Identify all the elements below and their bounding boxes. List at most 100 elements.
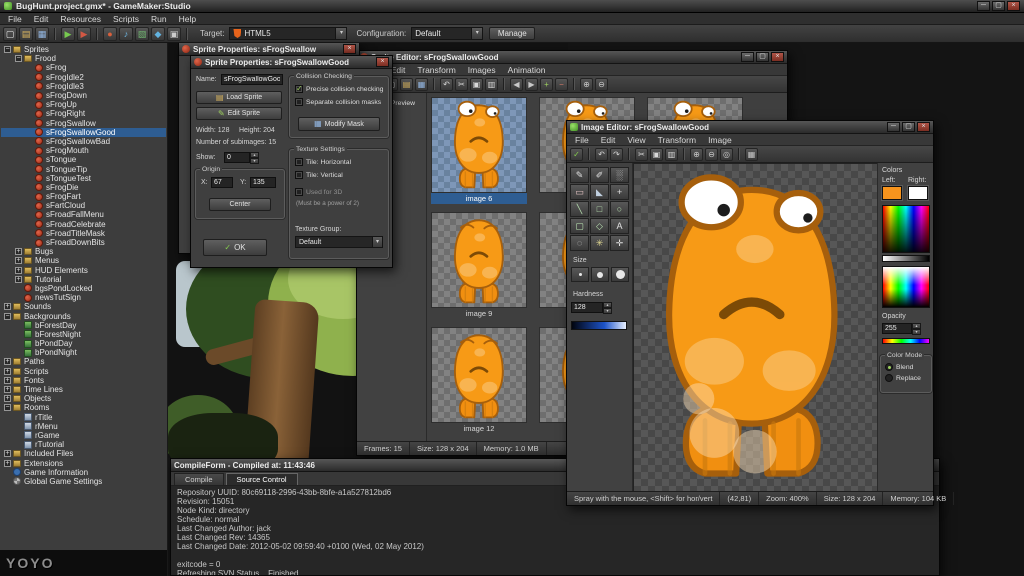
- left-color-swatch[interactable]: [882, 186, 902, 200]
- maximize-button[interactable]: ▢: [992, 1, 1005, 11]
- texture-group-dropdown[interactable]: Default: [295, 236, 383, 248]
- minimize-button[interactable]: ─: [977, 1, 990, 11]
- tree-expander-icon[interactable]: +: [4, 303, 11, 311]
- toolbar-create-object-icon[interactable]: ◆: [151, 26, 165, 41]
- image-canvas[interactable]: [633, 163, 879, 493]
- tab-source-control[interactable]: Source Control: [225, 473, 298, 485]
- sprite-editor-paste-icon[interactable]: ▥: [485, 77, 498, 91]
- image-editor-menu-file[interactable]: File: [569, 135, 595, 145]
- tool-select-rectangle[interactable]: ◌: [570, 235, 589, 251]
- toolbar-new-project-icon[interactable]: ▢: [3, 26, 17, 41]
- tab-compile[interactable]: Compile: [174, 473, 224, 485]
- image-editor-redo-icon[interactable]: ↷: [610, 147, 623, 161]
- tree-item-tutorial[interactable]: + Tutorial: [1, 275, 166, 284]
- tree-item-sfrogdown[interactable]: sFrogDown: [1, 91, 166, 100]
- tree-expander-icon[interactable]: +: [15, 266, 22, 274]
- size-large-button[interactable]: [611, 267, 629, 282]
- toolbar-run-game-icon[interactable]: ▶: [61, 26, 75, 41]
- target-dropdown[interactable]: HTML5: [229, 27, 348, 40]
- sprite-editor-menu-images[interactable]: Images: [462, 65, 502, 75]
- tree-item-stongue[interactable]: sTongue: [1, 155, 166, 164]
- origin-y-input[interactable]: [250, 177, 276, 188]
- toolbar-save-project-icon[interactable]: ▦: [35, 26, 49, 41]
- image-editor-undo-icon[interactable]: ↶: [595, 147, 608, 161]
- sprite-editor-save-icon[interactable]: ▦: [415, 77, 428, 91]
- image-editor-zoom-out-icon[interactable]: ⊖: [705, 147, 718, 161]
- tree-item-extensions[interactable]: + Extensions: [1, 458, 166, 468]
- tree-item-sfartcloud[interactable]: sFartCloud: [1, 201, 166, 210]
- tile-vertical-checkbox[interactable]: Tile: Vertical: [295, 171, 343, 179]
- minimize-button[interactable]: ─: [887, 122, 900, 132]
- fine-color-picker[interactable]: [882, 266, 930, 308]
- sprite-editor-shift-right-icon[interactable]: ▶: [525, 77, 538, 91]
- tree-item-rtitle[interactable]: rTitle: [1, 413, 166, 422]
- separate-masks-checkbox[interactable]: Separate collision masks: [295, 98, 381, 106]
- tree-expander-icon[interactable]: +: [4, 450, 11, 458]
- tree-item-bgspondlocked[interactable]: bgsPondLocked: [1, 284, 166, 293]
- tree-item-sfrogfart[interactable]: sFrogFart: [1, 192, 166, 201]
- tree-item-newstutsign[interactable]: newsTutSign: [1, 293, 166, 302]
- tool-color-picker[interactable]: +: [610, 184, 629, 200]
- tree-expander-icon[interactable]: +: [15, 248, 22, 256]
- tree-item-frood[interactable]: − Frood: [1, 54, 166, 63]
- tree-expander-icon[interactable]: −: [4, 46, 11, 54]
- tree-item-sfrogswallowbad[interactable]: sFrogSwallowBad: [1, 137, 166, 146]
- app-menu-edit[interactable]: Edit: [28, 14, 55, 24]
- tool-spray-can[interactable]: ░: [610, 167, 629, 183]
- origin-x-input[interactable]: [211, 177, 233, 188]
- right-color-swatch[interactable]: [908, 186, 928, 200]
- close-button[interactable]: ×: [771, 52, 784, 62]
- image-editor-confirm-icon[interactable]: ✓: [570, 147, 583, 161]
- tree-item-included-files[interactable]: + Included Files: [1, 449, 166, 458]
- tree-item-bpondday[interactable]: bPondDay: [1, 339, 166, 348]
- image-editor-menu-view[interactable]: View: [621, 135, 651, 145]
- tree-expander-icon[interactable]: +: [4, 358, 11, 366]
- close-button[interactable]: ×: [343, 44, 356, 54]
- tree-item-sfroadtitlemask[interactable]: sFroadTitleMask: [1, 229, 166, 238]
- image-editor-actual-size-icon[interactable]: ◎: [720, 147, 733, 161]
- image-editor-toggle-grid-icon[interactable]: ▦: [745, 147, 758, 161]
- color-mode-replace[interactable]: Replace: [885, 374, 921, 382]
- tree-item-sprites[interactable]: − Sprites: [1, 45, 166, 54]
- hardness-spinner[interactable]: [603, 302, 612, 313]
- maximize-button[interactable]: ▢: [756, 52, 769, 62]
- tree-item-paths[interactable]: + Paths: [1, 357, 166, 366]
- tree-item-sfroadfallmenu[interactable]: sFroadFallMenu: [1, 210, 166, 219]
- tree-item-bforestday[interactable]: bForestDay: [1, 321, 166, 330]
- tree-item-bforestnight[interactable]: bForestNight: [1, 330, 166, 339]
- toolbar-create-room-icon[interactable]: ▣: [167, 26, 181, 41]
- minimize-button[interactable]: ─: [741, 52, 754, 62]
- manage-button[interactable]: Manage: [489, 27, 536, 40]
- app-menu-run[interactable]: Run: [145, 14, 173, 24]
- edit-sprite-button[interactable]: ✎ Edit Sprite: [196, 107, 282, 120]
- tree-item-rmenu[interactable]: rMenu: [1, 422, 166, 431]
- tree-expander-icon[interactable]: −: [4, 404, 11, 412]
- sprite-editor-menu-animation[interactable]: Animation: [502, 65, 552, 75]
- opacity-spinner[interactable]: [912, 323, 921, 334]
- sprite-editor-menu-transform[interactable]: Transform: [411, 65, 461, 75]
- tree-item-sfrogswallow[interactable]: sFrogSwallow: [1, 119, 166, 128]
- image-editor-menu-edit[interactable]: Edit: [595, 135, 622, 145]
- sprite-editor-zoom-in-icon[interactable]: ⊕: [580, 77, 593, 91]
- show-input[interactable]: [224, 152, 250, 163]
- tree-expander-icon[interactable]: −: [15, 55, 22, 63]
- tree-expander-icon[interactable]: +: [4, 459, 11, 467]
- toolbar-debug-game-icon[interactable]: ▶: [77, 26, 91, 41]
- sprite-frame-image-6[interactable]: image 6: [431, 97, 527, 204]
- hardness-input[interactable]: [571, 302, 603, 313]
- toolbar-create-sprite-icon[interactable]: ●: [103, 26, 117, 41]
- tree-item-sfrogidle3[interactable]: sFrogIdle3: [1, 82, 166, 91]
- tree-item-rooms[interactable]: − Rooms: [1, 403, 166, 412]
- tool-text[interactable]: A: [610, 218, 629, 234]
- sprite-editor-delete-frame-icon[interactable]: −: [555, 77, 568, 91]
- image-editor-cut-icon[interactable]: ✂: [635, 147, 648, 161]
- tree-item-sfrog[interactable]: sFrog: [1, 63, 166, 72]
- sprite-frame-image-12[interactable]: image 12: [431, 327, 527, 434]
- sprite-editor-copy-icon[interactable]: ▣: [470, 77, 483, 91]
- maximize-button[interactable]: ▢: [902, 122, 915, 132]
- ok-button[interactable]: ✓ OK: [203, 239, 267, 256]
- tree-item-sfrogdie[interactable]: sFrogDie: [1, 183, 166, 192]
- tree-item-sfroaddownbits[interactable]: sFroadDownBits: [1, 238, 166, 247]
- tool-pencil[interactable]: ✎: [570, 167, 589, 183]
- configuration-dropdown[interactable]: Default: [411, 27, 484, 40]
